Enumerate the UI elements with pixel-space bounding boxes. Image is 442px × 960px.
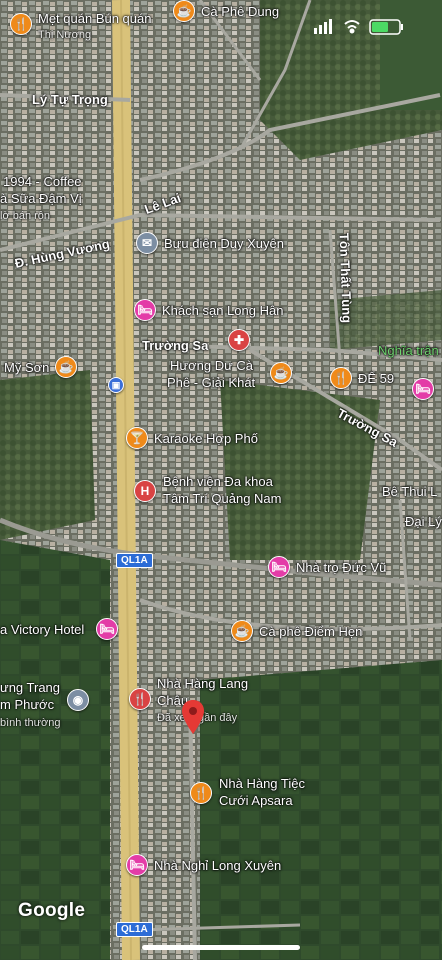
hotel-icon[interactable]: 🛏 (412, 378, 434, 400)
hotel-icon[interactable]: 🛏 (268, 556, 290, 578)
place-label-apsara[interactable]: Nhà Hàng Tiệc (219, 776, 305, 792)
place-label-nghia-trang[interactable]: Nghĩa trận (378, 343, 439, 359)
cafe-icon[interactable]: ☕ (55, 356, 77, 378)
place-label-benh-vien[interactable]: Bệnh viện Đa khoa (163, 474, 273, 490)
place-sublabel: lờ bán rộn (0, 210, 51, 222)
restaurant-icon[interactable]: 🍴 (129, 688, 151, 710)
bar-icon[interactable]: 🍸 (126, 427, 148, 449)
place-label-met-quan[interactable]: Mẹt quán Bún quán (38, 11, 151, 27)
place-label-m-phuoc: m Phước (0, 697, 55, 712)
hospital-cross-icon[interactable]: ✚ (228, 329, 250, 351)
road-label: Lý Tự Trọng (32, 92, 108, 107)
place-label-nha-tro[interactable]: Nhà trọ Đức Vũ (296, 560, 386, 576)
place-label-nha-hang-lang[interactable]: Nhà Hàng Lang (157, 676, 248, 692)
poi-icon[interactable]: ◉ (67, 689, 89, 711)
hotel-icon[interactable]: 🛏 (134, 299, 156, 321)
place-label-huong-du-2: Phê - Giải Khát (167, 375, 256, 390)
restaurant-icon[interactable]: 🍴 (330, 367, 352, 389)
place-label-sua-dam-vi[interactable]: à Sữa Đậm Vị (0, 191, 82, 207)
cafe-icon[interactable]: ☕ (231, 620, 253, 642)
place-label-khach-san[interactable]: Khách sạn Long Hân (162, 303, 283, 319)
restaurant-icon[interactable]: 🍴 (10, 13, 32, 35)
hospital-icon[interactable]: H (134, 480, 156, 502)
post-office-icon[interactable]: ✉ (136, 232, 158, 254)
signal-icon (314, 19, 332, 34)
place-sublabel: Thị Nương (38, 29, 92, 41)
place-label-victory[interactable]: a Victory Hotel (0, 622, 84, 638)
place-label-huong-du[interactable]: Hương Dư Cà (170, 358, 253, 374)
bus-stop-icon[interactable]: ▣ (108, 377, 124, 393)
place-label-buu-dien[interactable]: Bưu điện Duy Xuyên (164, 236, 284, 252)
highway-shield: QL1A (116, 922, 153, 937)
place-label-karaoke[interactable]: Karaoke Hợp Phố (154, 431, 258, 447)
place-label-ca-phe-diem-hen[interactable]: Cà phê Điểm Hẹn (259, 624, 362, 640)
battery-icon (369, 19, 403, 35)
place-label-dai-ly[interactable]: Đại Lý (405, 514, 442, 530)
place-label-coffee-1994[interactable]: 1994 - Coffee (3, 174, 82, 190)
hotel-icon[interactable]: 🛏 (126, 854, 148, 876)
place-label-nha-nghi[interactable]: Nhà Nghỉ Long Xuyên (154, 858, 281, 874)
place-label-my-son[interactable]: Mỹ Sơn (4, 360, 49, 376)
restaurant-icon[interactable]: 🍴 (190, 782, 212, 804)
google-logo: Google (18, 900, 86, 921)
wifi-icon (344, 20, 360, 34)
place-label-apsara-2: Cưới Apsara (219, 793, 293, 808)
cafe-icon[interactable]: ☕ (173, 0, 195, 22)
road-label: Tôn Thất Tùng (336, 232, 355, 324)
place-sublabel: bình thường (0, 717, 61, 729)
place-label-de-59[interactable]: ĐỂ 59 (358, 371, 394, 387)
place-label-ung-trang[interactable]: ưng Trang (0, 680, 60, 696)
hotel-icon[interactable]: 🛏 (96, 618, 118, 640)
place-label-ca-phe-dung[interactable]: Cà Phê Dung (201, 4, 279, 20)
place-label-benh-vien-2: Tâm Trí Quảng Nam (163, 491, 282, 506)
cafe-icon[interactable]: ☕ (270, 362, 292, 384)
place-label-be-thui[interactable]: Bê Thui L (382, 484, 437, 500)
highway-shield: QL1A (116, 553, 153, 568)
location-pin-icon[interactable] (182, 700, 204, 734)
home-indicator[interactable] (142, 945, 300, 950)
road-label: Trường Sa (142, 338, 209, 353)
